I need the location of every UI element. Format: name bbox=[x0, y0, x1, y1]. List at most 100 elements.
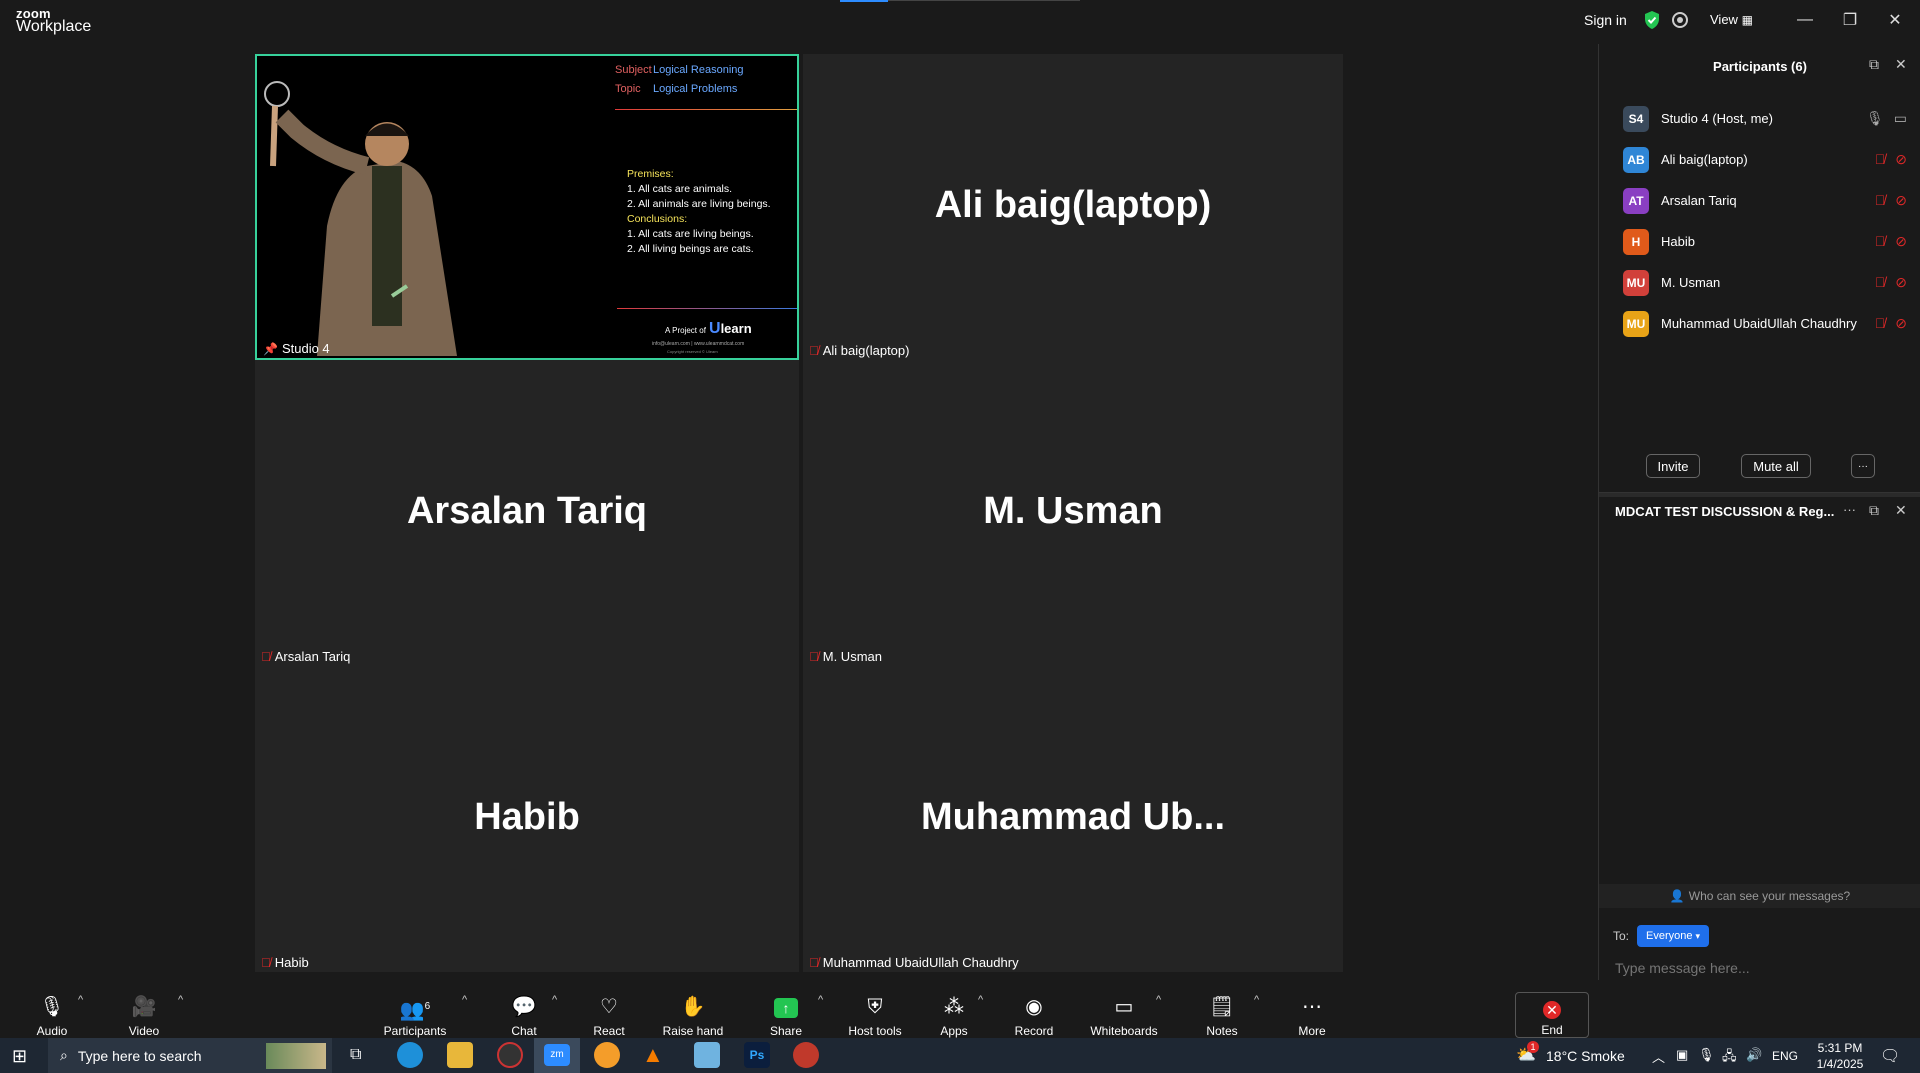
participant-row[interactable]: H Habib 🎙̸ ⊘ bbox=[1599, 221, 1920, 262]
mute-all-button[interactable]: Mute all bbox=[1741, 454, 1811, 478]
video-tile-usman[interactable]: M. Usman 🎙̸ M. Usman bbox=[803, 360, 1343, 666]
video-tile-studio4-presenter[interactable]: Subject Logical Reasoning Topic Logical … bbox=[255, 54, 799, 360]
app-icon-orange[interactable] bbox=[594, 1042, 620, 1068]
view-button[interactable]: View ▦ bbox=[1710, 12, 1753, 27]
more-button[interactable]: ⋯ More bbox=[1294, 980, 1330, 1038]
video-tile-muhammad[interactable]: Muhammad Ub... 🎙̸ Muhammad UbaidUllah Cha… bbox=[803, 666, 1343, 972]
participant-row[interactable]: S4 Studio 4 (Host, me) 🎙 ▭ bbox=[1599, 98, 1920, 139]
participant-row[interactable]: AB Ali baig(laptop) 🎙̸ ⊘ bbox=[1599, 139, 1920, 180]
drag-handle-accent bbox=[840, 0, 888, 2]
chat-button[interactable]: 💬 Chat bbox=[504, 980, 544, 1038]
chat-options-caret[interactable]: ^ bbox=[552, 994, 557, 1006]
file-explorer-icon[interactable] bbox=[447, 1042, 473, 1068]
share-button[interactable]: ↑ Share bbox=[764, 980, 808, 1038]
task-view-icon[interactable]: ⧉ bbox=[350, 1046, 361, 1064]
minimize-icon: — bbox=[1797, 11, 1813, 28]
audio-options-caret[interactable]: ^ bbox=[78, 994, 83, 1006]
react-button[interactable]: ♡ React bbox=[588, 980, 630, 1038]
clock-time[interactable]: 5:31 PM bbox=[1810, 1041, 1870, 1055]
participants-more-button[interactable]: ··· bbox=[1851, 454, 1875, 478]
recipient-dropdown[interactable]: Everyone ▾ bbox=[1637, 925, 1709, 947]
zoom-taskbar-active[interactable]: zm bbox=[534, 1038, 580, 1073]
app-icon-red[interactable] bbox=[793, 1042, 819, 1068]
chat-message-input[interactable] bbox=[1613, 954, 1907, 982]
chat-popout-icon[interactable]: ⧉ bbox=[1869, 502, 1879, 519]
video-button[interactable]: 🎥 Video bbox=[122, 980, 166, 1038]
notes-options-caret[interactable]: ^ bbox=[1254, 994, 1259, 1006]
end-meeting-button[interactable]: ✕ End bbox=[1515, 992, 1589, 1038]
who-can-see-link[interactable]: 👤 Who can see your messages? bbox=[1599, 884, 1920, 908]
volume-icon[interactable]: 🔊 bbox=[1746, 1047, 1762, 1063]
shield-check-icon[interactable] bbox=[1642, 10, 1662, 30]
chat-more-icon[interactable]: ··· bbox=[1843, 502, 1856, 517]
participant-row[interactable]: MU M. Usman 🎙̸ ⊘ bbox=[1599, 262, 1920, 303]
tray-mic-icon[interactable]: 🎙 bbox=[1698, 1047, 1715, 1063]
popout-icon[interactable]: ⧉ bbox=[1869, 56, 1879, 73]
audio-button[interactable]: 🎙 Audio bbox=[30, 980, 74, 1038]
windows-start-icon[interactable]: ⊞ bbox=[12, 1046, 27, 1067]
participants-label: Participants bbox=[383, 1024, 447, 1038]
share-options-caret[interactable]: ^ bbox=[818, 994, 823, 1006]
tray-app-icon[interactable]: ▣ bbox=[1676, 1047, 1688, 1063]
audio-label: Audio bbox=[36, 1024, 68, 1038]
weather-text[interactable]: 18°C Smoke bbox=[1546, 1048, 1625, 1064]
app-icon-clock[interactable] bbox=[497, 1042, 523, 1068]
notifications-icon[interactable]: 🗨 bbox=[1880, 1046, 1900, 1066]
raise-hand-button[interactable]: ✋ Raise hand bbox=[660, 980, 726, 1038]
record-icon: ◉ bbox=[1025, 996, 1043, 1018]
edge-icon[interactable] bbox=[397, 1042, 423, 1068]
chevron-down-icon: ▾ bbox=[1695, 930, 1700, 941]
video-options-caret[interactable]: ^ bbox=[178, 994, 183, 1006]
video-tile-habib[interactable]: Habib 🎙̸ Habib bbox=[255, 666, 799, 972]
camera-off-icon: ⊘ bbox=[1895, 315, 1907, 331]
photoshop-icon[interactable]: Ps bbox=[744, 1042, 770, 1068]
app-logo-workplace: Workplace bbox=[16, 18, 92, 35]
participants-options-caret[interactable]: ^ bbox=[462, 994, 467, 1006]
participant-name: Arsalan Tariq bbox=[1661, 193, 1737, 208]
clock-date[interactable]: 1/4/2025 bbox=[1810, 1057, 1870, 1071]
participant-row[interactable]: AT Arsalan Tariq 🎙̸ ⊘ bbox=[1599, 180, 1920, 221]
participant-name: Studio 4 (Host, me) bbox=[1661, 111, 1773, 126]
invite-button[interactable]: Invite bbox=[1646, 454, 1700, 478]
chat-icon: 💬 bbox=[511, 996, 537, 1018]
apps-button[interactable]: ⁂ Apps bbox=[936, 980, 972, 1038]
whiteboards-button[interactable]: ▭ Whiteboards bbox=[1088, 980, 1160, 1038]
mic-off-icon: 🎙̸ bbox=[1874, 151, 1886, 167]
language-indicator[interactable]: ENG bbox=[1772, 1049, 1798, 1063]
whiteboards-options-caret[interactable]: ^ bbox=[1156, 994, 1161, 1006]
slide-premises-title: Premises: bbox=[627, 168, 674, 180]
mic-off-icon: 🎙̸ bbox=[1874, 233, 1886, 249]
mic-off-icon: 🎙̸ bbox=[261, 955, 271, 970]
notes-button[interactable]: 🗒 Notes bbox=[1204, 980, 1240, 1038]
microphone-icon: 🎙 bbox=[39, 996, 65, 1018]
avatar: H bbox=[1623, 228, 1649, 255]
close-window-button[interactable]: ✕ bbox=[1875, 0, 1915, 40]
tray-chevron-icon[interactable]: ︿ bbox=[1652, 1047, 1665, 1066]
search-icon: ⌕ bbox=[60, 1047, 68, 1063]
participants-button[interactable]: 👥6 Participants bbox=[380, 980, 450, 1038]
video-tile-ali[interactable]: Ali baig(laptop) 🎙̸ Ali baig(laptop) bbox=[803, 54, 1343, 360]
restore-button[interactable]: ❐ bbox=[1830, 0, 1870, 40]
shield-icon: ⛨ bbox=[867, 996, 883, 1018]
end-icon: ✕ bbox=[1543, 1001, 1561, 1019]
record-status-icon[interactable] bbox=[1670, 10, 1690, 30]
network-icon[interactable]: 🖧 bbox=[1722, 1047, 1737, 1069]
taskbar-search[interactable]: ⌕ Type here to search bbox=[48, 1038, 332, 1073]
vlc-icon[interactable]: ▲ bbox=[642, 1042, 664, 1068]
close-panel-icon[interactable]: ✕ bbox=[1895, 56, 1907, 73]
slide-subject-key: Subject bbox=[615, 64, 652, 76]
video-gallery bbox=[0, 44, 1598, 980]
who-can-see-text: Who can see your messages? bbox=[1688, 889, 1851, 903]
app-icon-blue[interactable] bbox=[694, 1042, 720, 1068]
tile-label-text: Studio 4 bbox=[281, 341, 330, 356]
apps-options-caret[interactable]: ^ bbox=[978, 994, 983, 1006]
chat-close-icon[interactable]: ✕ bbox=[1895, 502, 1907, 519]
record-button[interactable]: ◉ Record bbox=[1012, 980, 1056, 1038]
panel-splitter[interactable] bbox=[1599, 493, 1920, 497]
host-tools-button[interactable]: ⛨ Host tools bbox=[846, 980, 904, 1038]
participant-row[interactable]: MU Muhammad UbaidUllah Chaudhry 🎙̸ ⊘ bbox=[1599, 303, 1920, 344]
minimize-button[interactable]: — bbox=[1785, 0, 1825, 40]
zoom-app-icon: zm bbox=[544, 1044, 570, 1066]
video-tile-arsalan[interactable]: Arsalan Tariq 🎙̸ Arsalan Tariq bbox=[255, 360, 799, 666]
sign-in-link[interactable]: Sign in bbox=[1584, 12, 1627, 28]
